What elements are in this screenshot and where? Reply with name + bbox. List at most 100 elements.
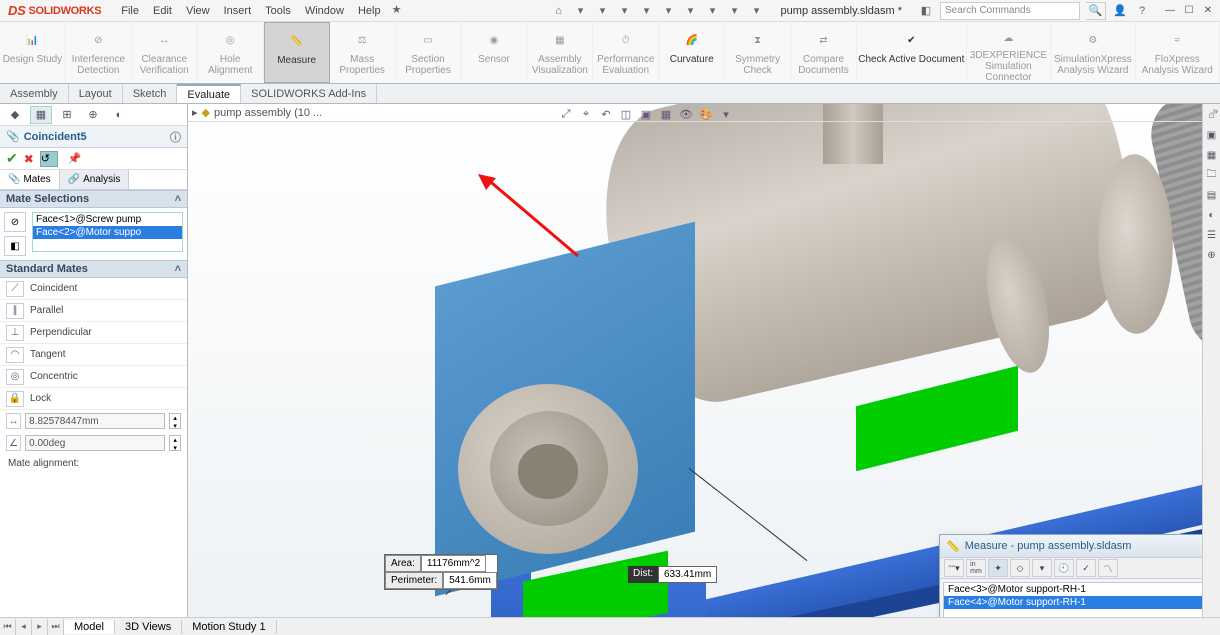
hide-show-icon[interactable]: 👁 [678, 106, 694, 122]
measure-window[interactable]: 📏 Measure - pump assembly.sldasm ? ✕ ᵔᵔ▾… [939, 534, 1202, 617]
measure-item[interactable]: Face<4>@Motor support-RH-1 [944, 596, 1202, 609]
breadcrumb[interactable]: pump assembly (10 ... [214, 107, 322, 119]
doc-tab-layout[interactable]: Layout [69, 84, 123, 103]
mate-selection-list[interactable]: Face<1>@Screw pump Face<2>@Motor suppo [32, 212, 183, 252]
sensor-icon[interactable]: ✓ [1076, 559, 1096, 577]
measure-help-icon[interactable]: ? [1201, 538, 1202, 554]
doc-tab-evaluate[interactable]: Evaluate [177, 84, 241, 103]
tab-last-icon[interactable]: ⏭ [48, 619, 64, 635]
angle-spinner[interactable]: ▴▾ [169, 435, 181, 451]
mate-entity-icon[interactable]: ⊘ [4, 212, 26, 232]
menu-insert[interactable]: Insert [218, 2, 258, 20]
ribbon-compare-documents[interactable]: ⇄Compare Documents [791, 22, 857, 83]
push-pin-icon[interactable]: 📌 [68, 152, 82, 165]
measure-item[interactable]: Face<3>@Motor support-RH-1 [944, 583, 1202, 596]
doc-tab-sketch[interactable]: Sketch [123, 84, 178, 103]
doc-tab-solidworks-add-ins[interactable]: SOLIDWORKS Add-Ins [241, 84, 377, 103]
undo-icon[interactable]: ▾ [661, 3, 677, 19]
mate-lock[interactable]: 🔒Lock [0, 388, 187, 410]
tab-mates[interactable]: 📎Mates [0, 170, 60, 189]
ribbon-check-active-document[interactable]: ✔Check Active Document [857, 22, 967, 83]
mate-parallel[interactable]: ∥Parallel [0, 300, 187, 322]
mate-selection-item[interactable]: Face<1>@Screw pump [33, 213, 182, 226]
taskpane-design-lib-icon[interactable]: ▦ [1205, 148, 1219, 162]
apply-scene-icon[interactable]: ▾ [718, 106, 734, 122]
display-style-icon[interactable]: ▦ [658, 106, 674, 122]
chart-icon[interactable]: 〽 [1098, 559, 1118, 577]
section-view-icon[interactable]: ◫ [618, 106, 634, 122]
ribbon-performance-evaluation[interactable]: ⏱Performance Evaluation [593, 22, 659, 83]
tab-first-icon[interactable]: ⏮ [0, 619, 16, 635]
search-target-icon[interactable]: ◧ [918, 3, 934, 19]
options-icon[interactable]: ▾ [749, 3, 765, 19]
search-icon[interactable]: 🔍 [1086, 2, 1106, 20]
tab-prev-icon[interactable]: ◂ [16, 619, 32, 635]
print-icon[interactable]: ▾ [639, 3, 655, 19]
measure-window-titlebar[interactable]: 📏 Measure - pump assembly.sldasm ? ✕ [940, 535, 1202, 557]
ribbon-interference-detection[interactable]: ⊘Interference Detection [66, 22, 132, 83]
section-mate-selections[interactable]: Mate Selections ˄ [0, 190, 187, 208]
undo-preview-icon[interactable]: ↺ [40, 151, 58, 167]
mate-selection-item[interactable]: Face<2>@Motor suppo [33, 226, 182, 239]
units-button[interactable]: in mm [966, 559, 986, 577]
ribbon-sensor[interactable]: ◉Sensor [462, 22, 528, 83]
prev-view-icon[interactable]: ↶ [598, 106, 614, 122]
mate-tangent[interactable]: ◠Tangent [0, 344, 187, 366]
ribbon-floxpress-analysis-wizard[interactable]: ≈FloXpress Analysis Wizard [1136, 22, 1220, 83]
ribbon-assembly-visualization[interactable]: ▦Assembly Visualization [527, 22, 593, 83]
zoom-area-icon[interactable]: ⌖ [578, 106, 594, 122]
tab-next-icon[interactable]: ▸ [32, 619, 48, 635]
xyz-icon[interactable]: ✦ [988, 559, 1008, 577]
menu-edit[interactable]: Edit [147, 2, 178, 20]
sw-help-icon[interactable]: ? [1134, 3, 1150, 19]
projected-icon[interactable]: ▾ [1032, 559, 1052, 577]
ribbon-symmetry-check[interactable]: ⧗Symmetry Check [725, 22, 791, 83]
menu-window[interactable]: Window [299, 2, 350, 20]
dim-manager-icon[interactable]: ⊕ [82, 106, 104, 124]
ribbon-simulationxpress-analysis-wizard[interactable]: ⚙SimulationXpress Analysis Wizard [1051, 22, 1135, 83]
open-icon[interactable]: ▾ [595, 3, 611, 19]
menu-view[interactable]: View [180, 2, 216, 20]
arc-mode-icon[interactable]: ᵔᵔ▾ [944, 559, 964, 577]
mate-align-icon[interactable]: ◧ [4, 236, 26, 256]
minimize-icon[interactable]: — [1162, 4, 1178, 18]
taskpane-resources-icon[interactable]: ▣ [1205, 128, 1219, 142]
measure-selection-list[interactable]: Face<3>@Motor support-RH-1 Face<4>@Motor… [943, 582, 1202, 617]
taskpane-appearances-icon[interactable]: ◐ [1205, 208, 1219, 222]
point-icon[interactable]: ◇ [1010, 559, 1030, 577]
doc-tab-assembly[interactable]: Assembly [0, 84, 69, 103]
rebuild-icon[interactable]: ▾ [727, 3, 743, 19]
feature-tree-icon[interactable]: ◆ [4, 106, 26, 124]
ribbon-hole-alignment[interactable]: ◎Hole Alignment [198, 22, 264, 83]
tab-analysis[interactable]: 🔗Analysis [60, 170, 130, 189]
tree-collapse-icon[interactable]: ▸ [192, 106, 198, 119]
section-standard-mates[interactable]: Standard Mates ˄ [0, 260, 187, 278]
taskpane-view-palette-icon[interactable]: ▤ [1205, 188, 1219, 202]
ribbon-mass-properties[interactable]: ⚖Mass Properties [330, 22, 396, 83]
collapse-icon[interactable]: ˄ [175, 193, 181, 205]
view-orient-icon[interactable]: ▣ [638, 106, 654, 122]
config-manager-icon[interactable]: ⊞ [56, 106, 78, 124]
history-icon[interactable]: 🕘 [1054, 559, 1074, 577]
menu-tools[interactable]: Tools [259, 2, 297, 20]
mate-coincident[interactable]: ⟋Coincident [0, 278, 187, 300]
angle-input[interactable] [25, 435, 165, 451]
taskpane-forum-icon[interactable]: ⊕ [1205, 248, 1219, 262]
pin-icon[interactable]: ⓘ [170, 129, 181, 145]
close-icon[interactable]: ✕ [1200, 4, 1216, 18]
mate-concentric[interactable]: ◎Concentric [0, 366, 187, 388]
mate-perpendicular[interactable]: ⊥Perpendicular [0, 322, 187, 344]
ribbon-section-properties[interactable]: ▭Section Properties [396, 22, 462, 83]
restore-icon[interactable]: ☐ [1181, 4, 1197, 18]
home-icon[interactable]: ⌂ [551, 3, 567, 19]
new-icon[interactable]: ▾ [573, 3, 589, 19]
user-icon[interactable]: 👤 [1112, 3, 1128, 19]
display-manager-icon[interactable]: ◐ [108, 106, 130, 124]
ribbon-curvature[interactable]: 🌈Curvature [659, 22, 725, 83]
ok-icon[interactable]: ✔ [6, 150, 18, 167]
cancel-icon[interactable]: ✖ [24, 152, 34, 166]
distance-input[interactable] [25, 413, 165, 429]
tab-3d-views[interactable]: 3D Views [115, 620, 182, 634]
distance-spinner[interactable]: ▴▾ [169, 413, 181, 429]
property-manager-icon[interactable]: ▦ [30, 106, 52, 124]
